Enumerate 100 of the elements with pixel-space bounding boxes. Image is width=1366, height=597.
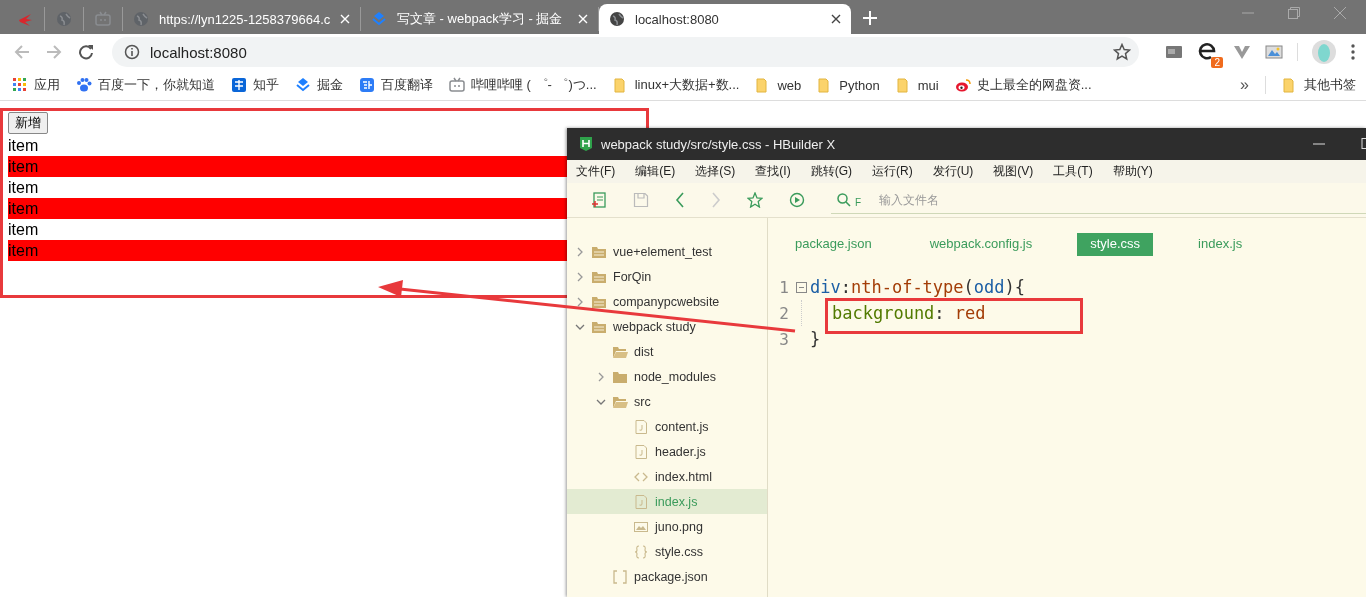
curly-braces-icon [633, 543, 649, 560]
save-icon[interactable] [633, 192, 649, 208]
tree-item[interactable]: vue+element_test [567, 239, 767, 264]
menu-item[interactable]: 跳转(G) [810, 163, 852, 180]
overflow-chevron[interactable]: » [1240, 76, 1249, 94]
list-item: item [8, 220, 40, 240]
letter-e-icon [1197, 40, 1217, 62]
bookmark[interactable]: web [755, 77, 802, 93]
menu-item[interactable]: 编辑(E) [635, 163, 676, 180]
app-logo-icon [579, 136, 593, 152]
tab-title: 写文章 - webpack学习 - 掘金 [397, 10, 564, 28]
bookmark[interactable]: 哔哩哔哩 ( ゜- ゜)つ... [449, 76, 597, 94]
image-icon[interactable] [1265, 44, 1283, 60]
filter-label: F [855, 197, 862, 208]
count-badge: 2 [1211, 57, 1223, 68]
url-text: localhost:8080 [150, 43, 248, 61]
line-number: 1 [778, 277, 790, 297]
bookmark[interactable]: linux+大数据+数... [612, 76, 740, 94]
chevrons-icon [371, 11, 387, 27]
restore-icon[interactable] [1288, 7, 1300, 19]
bookmark[interactable]: mui [895, 77, 939, 93]
star-icon[interactable] [747, 192, 763, 208]
address-bar[interactable]: localhost:8080 [112, 37, 1139, 67]
square-brackets-icon [612, 568, 628, 585]
line-number: 3 [778, 329, 790, 349]
line-number: 2 [778, 303, 790, 323]
file-search-field[interactable]: 输入文件名 [877, 191, 1366, 208]
bookmark[interactable]: Python [817, 77, 880, 93]
menu-item[interactable]: 运行(R) [872, 163, 913, 180]
tree-item[interactable]: src [567, 389, 767, 414]
new-file-icon[interactable] [591, 192, 607, 208]
square-icon [359, 77, 375, 93]
menu-item[interactable]: 发行(U) [932, 163, 974, 180]
globe-icon [56, 11, 72, 27]
tree-item[interactable]: webpack study [567, 314, 767, 339]
run-icon[interactable] [789, 192, 805, 208]
info-icon [124, 44, 140, 60]
tree-item[interactable]: index.html [567, 464, 767, 489]
code-line: div:nth-of-type(odd){ [810, 277, 1025, 297]
tree-item[interactable]: companypcwebsite [567, 289, 767, 314]
square-icon [231, 77, 247, 93]
list-item: item [8, 136, 40, 156]
tab-title: https://lyn1225-1258379664.c [159, 11, 330, 27]
browser-tab[interactable]: https://lyn1225-1258379664.c [123, 7, 361, 31]
code-line: } [810, 329, 821, 349]
chevron-right-icon[interactable] [575, 271, 585, 282]
add-button[interactable]: 新增 [8, 112, 48, 134]
menu-item[interactable]: 工具(T) [1053, 163, 1093, 180]
tv-icon [95, 11, 111, 27]
list-item: item [8, 178, 40, 198]
reload-icon[interactable] [78, 44, 94, 60]
menu-item[interactable]: 视图(V) [993, 163, 1034, 180]
menu-item[interactable]: 帮助(Y) [1112, 163, 1153, 180]
file-icon [633, 418, 649, 435]
apps-icon [12, 77, 28, 93]
tree-item[interactable]: ForQin [567, 264, 767, 289]
chevrons-icon [295, 77, 311, 93]
tree-item[interactable]: juno.png [567, 514, 767, 539]
list-item: item [8, 198, 567, 219]
bookmark[interactable]: 其他书签 [1282, 76, 1356, 94]
menu-item[interactable]: 查找(I) [755, 163, 791, 180]
chevron-right-icon[interactable] [575, 296, 585, 307]
bookmark[interactable]: 知乎 [231, 76, 279, 94]
back-icon[interactable] [675, 192, 685, 208]
list-item: item [8, 156, 567, 177]
bookmark[interactable]: 百度翻译 [359, 76, 433, 94]
bird-icon [17, 11, 33, 27]
star-icon[interactable] [1113, 43, 1131, 61]
forward-icon[interactable] [46, 44, 62, 60]
eye-icon [954, 77, 971, 93]
tab-title: localhost:8080 [635, 11, 720, 27]
tree-item[interactable]: node_modules [567, 364, 767, 389]
menu-item[interactable]: 选择(S) [695, 163, 736, 180]
tree-item[interactable]: style.css [567, 539, 767, 564]
globe-icon [609, 11, 625, 27]
bookmark[interactable]: 掘金 [295, 76, 343, 94]
tree-item[interactable]: header.js [567, 439, 767, 464]
chevron-right-icon[interactable] [575, 246, 585, 257]
paw-icon [76, 77, 92, 93]
bookmark[interactable]: 应用 [12, 76, 60, 94]
back-icon[interactable] [14, 44, 30, 60]
close-icon[interactable] [831, 14, 841, 24]
fold-icon[interactable] [795, 281, 807, 293]
browser-tab[interactable]: localhost:8080 [599, 4, 851, 34]
file-icon [633, 443, 649, 460]
code-line: background: red [832, 303, 986, 323]
tree-item[interactable]: content.js [567, 414, 767, 439]
chevron-right-icon[interactable] [596, 371, 606, 382]
extension-icon[interactable] [1165, 44, 1183, 60]
window-title: webpack study/src/style.css - HBuilder X [601, 136, 836, 152]
bookmark[interactable]: 百度一下，你就知道 [76, 76, 215, 94]
new-tab-icon[interactable] [863, 11, 877, 25]
more-icon[interactable] [1350, 44, 1356, 60]
globe-icon [133, 11, 149, 27]
avatar-icon[interactable] [1312, 40, 1336, 64]
bookmark[interactable]: 史上最全的网盘资... [954, 76, 1092, 94]
v-icon[interactable] [1233, 44, 1251, 60]
tree-item[interactable]: package.json [567, 564, 767, 589]
tree-item[interactable]: dist [567, 339, 767, 364]
menu-item[interactable]: 文件(F) [576, 163, 616, 180]
